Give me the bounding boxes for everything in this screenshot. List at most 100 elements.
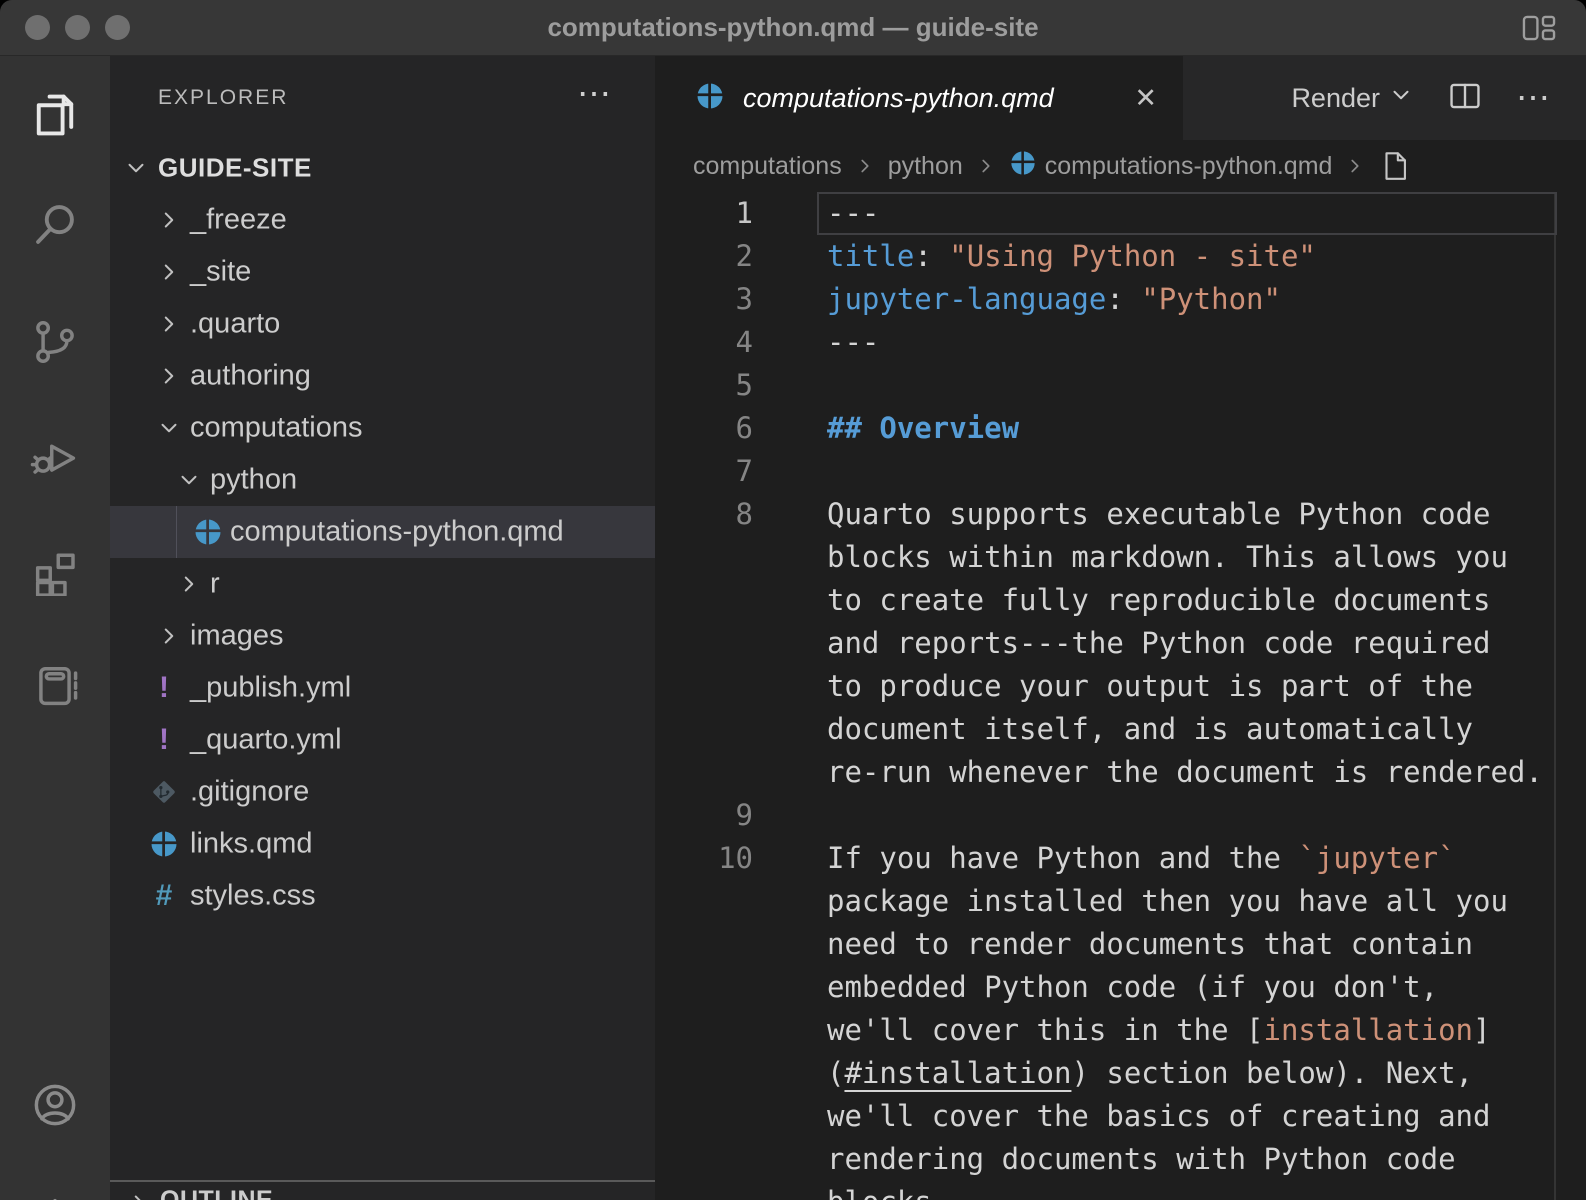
quarto-file-icon [192, 516, 224, 548]
line-number: 8 [655, 493, 753, 536]
chevron-right-icon [156, 259, 182, 285]
chevron-right-icon [1344, 155, 1366, 177]
code-line-wrap: we'll cover this in the [installation] [655, 1009, 1586, 1052]
code-line-content: to create fully reproducible documents [827, 579, 1490, 622]
tree-item-links-qmd[interactable]: links.qmd [110, 818, 655, 870]
tree-item-label: python [210, 464, 297, 497]
tree-item--gitignore[interactable]: .gitignore [110, 766, 655, 818]
tree-item-label: GUIDE-SITE [158, 153, 312, 184]
chevron-right-icon [975, 155, 997, 177]
line-number: 7 [655, 450, 753, 493]
breadcrumb-item-computations-python-qmd[interactable]: computations-python.qmd [1009, 149, 1333, 184]
line-number: 9 [655, 794, 753, 837]
tree-item-label: images [190, 620, 284, 653]
code-line-content: embedded Python code (if you don't, [827, 966, 1438, 1009]
line-number: 6 [655, 407, 753, 450]
code-line-content: we'll cover this in the [installation] [827, 1009, 1490, 1052]
code-line-2: 2title: "Using Python - site" [655, 235, 1586, 278]
code-line-content: and reports---the Python code required [827, 622, 1490, 665]
git-file-icon [148, 776, 180, 808]
code-line-content: ## Overview [827, 407, 1019, 450]
code-line-content: we'll cover the basics of creating and [827, 1095, 1490, 1138]
explorer-more-actions-button[interactable]: ⋯ [577, 74, 613, 114]
explorer-title: EXPLORER [158, 86, 288, 110]
file-tree: GUIDE-SITE _freeze _site .quarto authoring co… [110, 142, 655, 922]
chevron-right-icon [156, 207, 182, 233]
tree-item-computations[interactable]: computations [110, 402, 655, 454]
run-and-debug-icon[interactable] [29, 430, 81, 482]
tree-item-images[interactable]: images [110, 610, 655, 662]
breadcrumb-item-computations[interactable]: computations [693, 152, 842, 181]
extensions-icon[interactable] [29, 544, 81, 596]
breadcrumb-item-python[interactable]: python [888, 152, 963, 181]
code-line-3: 3jupyter-language: "Python" [655, 278, 1586, 321]
chevron-down-icon [123, 155, 149, 181]
code-line-wrap: to produce your output is part of the [655, 665, 1586, 708]
settings-gear-icon[interactable] [29, 1192, 81, 1200]
tree-item--freeze[interactable]: _freeze [110, 194, 655, 246]
code-line-8: 8Quarto supports executable Python code [655, 493, 1586, 536]
tree-item-label: styles.css [190, 880, 316, 913]
tree-item--publish-yml[interactable]: !_publish.yml [110, 662, 655, 714]
tree-item--quarto-yml[interactable]: !_quarto.yml [110, 714, 655, 766]
code-line-4: 4--- [655, 321, 1586, 364]
line-number: 1 [655, 192, 753, 235]
render-label: Render [1291, 83, 1380, 114]
editor-group: computations-python.qmd ✕ Render ⋯ compu… [655, 56, 1586, 1200]
tree-item-computations-python-qmd[interactable]: computations-python.qmd [110, 506, 655, 558]
tree-item-label: .quarto [190, 308, 280, 341]
outline-section[interactable]: OUTLINE [110, 1180, 655, 1200]
titlebar: computations-python.qmd — guide-site [0, 0, 1586, 56]
tree-item--quarto[interactable]: .quarto [110, 298, 655, 350]
customize-layout-icon[interactable] [1520, 9, 1558, 52]
code-line-1: 1--- [655, 192, 1586, 235]
quarto-file-icon [148, 828, 180, 860]
window-title: computations-python.qmd — guide-site [0, 0, 1586, 55]
tree-item-python[interactable]: python [110, 454, 655, 506]
code-line-content: blocks. [827, 1181, 949, 1200]
code-line-wrap: document itself, and is automatically [655, 708, 1586, 751]
editor-more-actions-button[interactable]: ⋯ [1516, 78, 1552, 118]
tree-item-label: computations-python.qmd [230, 516, 564, 549]
tree-item-label: _freeze [190, 204, 287, 237]
close-tab-icon[interactable]: ✕ [1134, 83, 1157, 114]
notebook-icon[interactable] [29, 659, 81, 711]
tree-item-label: computations [190, 412, 363, 445]
code-line-7: 7 [655, 450, 1586, 493]
split-editor-button[interactable] [1446, 77, 1484, 120]
code-line-content: blocks within markdown. This allows you [827, 536, 1508, 579]
tree-item-r[interactable]: r [110, 558, 655, 610]
tree-item-label: authoring [190, 360, 311, 393]
chevron-down-icon [176, 467, 202, 493]
line-number: 10 [655, 837, 753, 880]
search-icon[interactable] [29, 199, 81, 251]
explorer-sidebar: EXPLORER ⋯ GUIDE-SITE _freeze _site .quarto… [110, 56, 655, 1200]
code-line-wrap: to create fully reproducible documents [655, 579, 1586, 622]
code-line-5: 5 [655, 364, 1586, 407]
tree-item--site[interactable]: _site [110, 246, 655, 298]
source-control-icon[interactable] [29, 316, 81, 368]
tab-computations-python[interactable]: computations-python.qmd ✕ [655, 56, 1183, 140]
code-line-content: title: "Using Python - site" [827, 235, 1316, 278]
code-line-wrap: blocks. [655, 1181, 1586, 1200]
tree-section-guide-site[interactable]: GUIDE-SITE [110, 142, 655, 194]
code-editor[interactable]: 1---2title: "Using Python - site"3jupyte… [655, 192, 1586, 1200]
explorer-icon[interactable] [29, 89, 81, 141]
breadcrumb-item-symbol[interactable] [1378, 149, 1420, 183]
tree-item-styles-css[interactable]: #styles.css [110, 870, 655, 922]
file-icon [1378, 149, 1412, 183]
chevron-right-icon [156, 623, 182, 649]
code-line-content: --- [827, 321, 879, 364]
code-line-wrap: embedded Python code (if you don't, [655, 966, 1586, 1009]
account-icon[interactable] [29, 1079, 81, 1131]
code-line-content: need to render documents that contain [827, 923, 1473, 966]
code-line-wrap: blocks within markdown. This allows you [655, 536, 1586, 579]
tree-item-authoring[interactable]: authoring [110, 350, 655, 402]
render-button[interactable]: Render [1291, 82, 1414, 115]
chevron-right-icon [156, 363, 182, 389]
chevron-right-icon [156, 311, 182, 337]
outline-label: OUTLINE [160, 1186, 273, 1200]
vscode-window: computations-python.qmd — guide-site EXP… [0, 0, 1586, 1200]
yaml-file-icon: ! [148, 672, 180, 704]
code-line-wrap: re-run whenever the document is rendered… [655, 751, 1586, 794]
